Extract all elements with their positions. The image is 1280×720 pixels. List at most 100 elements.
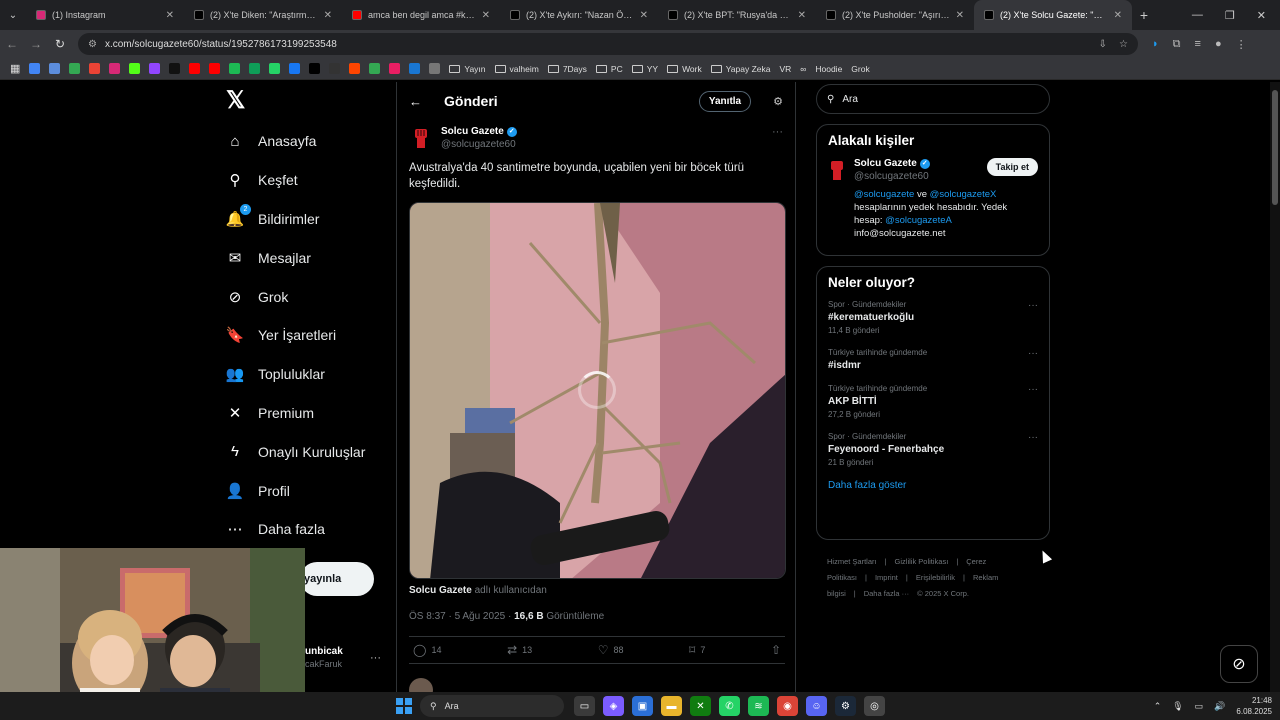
- search-input[interactable]: ⚲ Ara: [816, 84, 1050, 114]
- bookmark-item[interactable]: Hoodie: [815, 64, 842, 74]
- bookmark-star-icon[interactable]: ☆: [1119, 39, 1128, 50]
- x-logo-icon[interactable]: 𝕏: [226, 86, 392, 122]
- trend-more-icon[interactable]: ···: [1028, 348, 1038, 359]
- nav-item[interactable]: ✕ Premium: [222, 394, 392, 433]
- network-icon[interactable]: ▭: [1195, 701, 1204, 712]
- footer-link[interactable]: Daha fazla ···: [864, 589, 909, 598]
- trend-more-icon[interactable]: ···: [1028, 384, 1038, 395]
- filter-icon[interactable]: ⚙: [773, 95, 783, 108]
- bookmark-favicon-icon[interactable]: [29, 63, 41, 74]
- forward-icon[interactable]: →: [24, 37, 48, 51]
- share-action[interactable]: ⇧: [771, 643, 781, 657]
- bookmark-favicon-icon[interactable]: [69, 63, 81, 74]
- bookmark-favicon-icon[interactable]: [309, 63, 321, 74]
- store-icon[interactable]: ▣: [632, 696, 653, 716]
- bookmark-favicon-icon[interactable]: [269, 63, 281, 74]
- taskbar-search[interactable]: ⚲ Ara: [420, 695, 564, 717]
- nav-item[interactable]: ✉ Mesajlar: [222, 238, 392, 277]
- trend-item[interactable]: Türkiye tarihinde gündemde AKP BİTTİ 27,2 …: [828, 384, 1038, 419]
- bookmark-favicon-icon[interactable]: [429, 63, 441, 74]
- file-explorer-icon[interactable]: ▬: [661, 696, 682, 716]
- tray-chevron-icon[interactable]: ⌃: [1154, 701, 1162, 712]
- bookmark-favicon-icon[interactable]: [289, 63, 301, 74]
- author-handle[interactable]: @solcugazete60: [441, 139, 517, 150]
- post-timestamp[interactable]: ÖS 8:37 · 5 Ağu 2025 ·: [409, 611, 511, 622]
- page-scrollbar[interactable]: [1270, 82, 1280, 692]
- copilot-icon[interactable]: ◈: [603, 696, 624, 716]
- bookmark-folder[interactable]: 7Days: [547, 64, 587, 74]
- footer-link[interactable]: Imprint: [875, 573, 898, 582]
- browser-tab[interactable]: (2) X'te Pusholder: "Aşırı karpu ✕: [816, 0, 974, 30]
- spotify-icon[interactable]: ≋: [748, 696, 769, 716]
- bookmark-favicon-icon[interactable]: [329, 63, 341, 74]
- bio-link[interactable]: @solcugazeteX: [930, 189, 997, 200]
- url-bar[interactable]: ⚙ x.com/solcugazete60/status/19527861731…: [78, 33, 1138, 55]
- author-avatar[interactable]: [409, 126, 433, 150]
- media-control-icon[interactable]: ≡: [1195, 38, 1201, 50]
- browser-tab[interactable]: (2) X'te BPT: "Rusya'da bir feno ✕: [658, 0, 816, 30]
- bookmark-favicon-icon[interactable]: [249, 63, 261, 74]
- nav-item[interactable]: ⚲ Keşfet: [222, 161, 392, 200]
- trend-item[interactable]: Spor · Gündemdekiler #kerematuerkoğlu 11,4…: [828, 300, 1038, 335]
- tab-search-chevron-icon[interactable]: ⌄: [0, 10, 26, 21]
- post-video[interactable]: [409, 202, 786, 579]
- steam-icon[interactable]: ⚙: [835, 696, 856, 716]
- tab-close-icon[interactable]: ✕: [798, 10, 806, 21]
- follow-button[interactable]: Takip et: [986, 158, 1038, 176]
- xbox-icon[interactable]: ✕: [690, 696, 711, 716]
- bio-link[interactable]: @solcugazete: [854, 189, 914, 200]
- windows-start-icon[interactable]: [396, 698, 412, 714]
- post-button[interactable]: yayınla: [300, 562, 374, 596]
- nav-item[interactable]: 🔖 Yer İşaretleri: [222, 316, 392, 355]
- minimize-icon[interactable]: —: [1192, 9, 1203, 22]
- post-more-icon[interactable]: ···: [772, 126, 783, 138]
- trend-more-icon[interactable]: ···: [1028, 432, 1038, 443]
- discord-icon[interactable]: ☺: [806, 696, 827, 716]
- footer-link[interactable]: Hizmet Şartları: [827, 557, 877, 566]
- browser-tab[interactable]: (2) X'te Diken: "Araştırma: Dişi g ✕: [184, 0, 342, 30]
- bookmark-favicon-icon[interactable]: [229, 63, 241, 74]
- tab-close-icon[interactable]: ✕: [640, 10, 648, 21]
- bookmark-folder[interactable]: Yayın: [449, 64, 486, 74]
- tab-close-icon[interactable]: ✕: [1114, 10, 1122, 21]
- obs-icon[interactable]: ◎: [864, 696, 885, 716]
- nav-item[interactable]: 🔔 2 Bildirimler: [222, 200, 392, 239]
- author-name[interactable]: Solcu Gazete ✓: [441, 126, 517, 137]
- bookmark-favicon-icon[interactable]: [109, 63, 121, 74]
- site-info-icon[interactable]: ⚙: [88, 39, 97, 50]
- reply-action[interactable]: ◯ 14: [413, 643, 441, 657]
- account-more-icon[interactable]: ···: [370, 652, 381, 664]
- bookmark-folder[interactable]: Work: [667, 64, 702, 74]
- repost-action[interactable]: ⇄ 13: [507, 643, 532, 657]
- relevant-avatar[interactable]: [828, 158, 846, 182]
- footer-link[interactable]: Gizlilik Politikası: [895, 557, 949, 566]
- tab-close-icon[interactable]: ✕: [166, 10, 174, 21]
- bookmark-favicon-icon[interactable]: [389, 63, 401, 74]
- nav-item[interactable]: ⊘ Grok: [222, 277, 392, 316]
- apps-grid-icon[interactable]: ▦: [10, 62, 20, 75]
- footer-link[interactable]: © 2025 X Corp.: [917, 589, 969, 598]
- show-more-link[interactable]: Daha fazla göster: [828, 480, 1038, 491]
- bookmark-item[interactable]: Grok: [851, 64, 869, 74]
- bookmark-folder[interactable]: YY: [631, 64, 658, 74]
- footer-link[interactable]: Erişilebilirlik: [916, 573, 955, 582]
- extensions-puzzle-icon[interactable]: ⧉: [1173, 38, 1181, 51]
- browser-tab[interactable]: (2) X'te Aykırı: "Nazan Öncel, Ya ✕: [500, 0, 658, 30]
- clock[interactable]: 21:48 6.08.2025: [1236, 695, 1272, 717]
- bookmark-favicon-icon[interactable]: [149, 63, 161, 74]
- bookmark-favicon-icon[interactable]: [169, 63, 181, 74]
- profile-avatar-icon[interactable]: ●: [1215, 38, 1222, 50]
- bookmark-favicon-icon[interactable]: [209, 63, 221, 74]
- bio-link[interactable]: @solcugazeteA: [885, 215, 952, 226]
- bookmark-favicon-icon[interactable]: [189, 63, 201, 74]
- browser-tab[interactable]: (1) Instagram ✕: [26, 0, 184, 30]
- nav-item[interactable]: 👤 Profil: [222, 471, 392, 510]
- nav-item[interactable]: ⌂ Anasayfa: [222, 122, 392, 161]
- bookmark-favicon-icon[interactable]: [369, 63, 381, 74]
- bookmark-item[interactable]: ∞: [800, 64, 806, 74]
- bookmark-favicon-icon[interactable]: [409, 63, 421, 74]
- bookmark-favicon-icon[interactable]: [129, 63, 141, 74]
- tab-close-icon[interactable]: ✕: [482, 10, 490, 21]
- browser-tab[interactable]: (2) X'te Solcu Gazete: "Avustral ✕: [974, 0, 1132, 30]
- trend-more-icon[interactable]: ···: [1028, 300, 1038, 311]
